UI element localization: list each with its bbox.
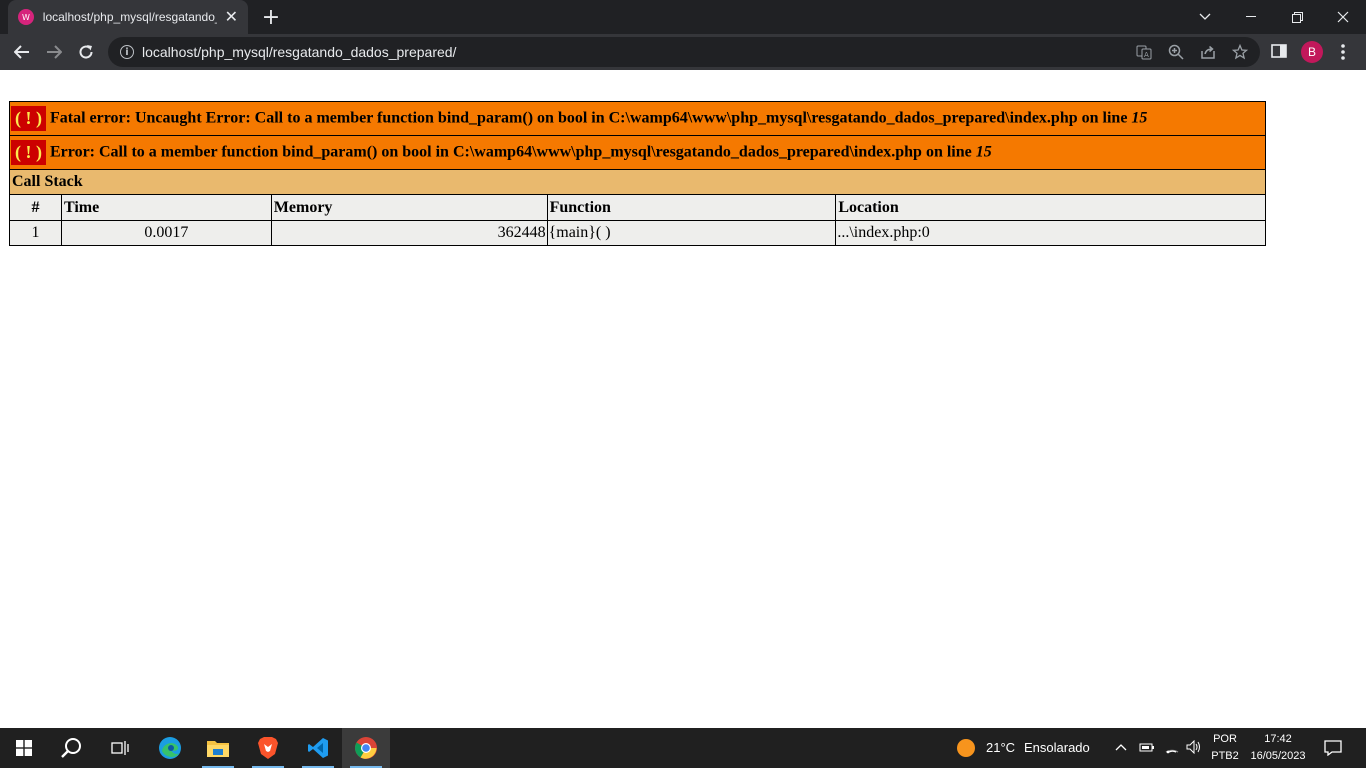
cell-function: {main}( ) [546, 220, 837, 246]
chrome-browser-icon[interactable] [342, 728, 390, 768]
error-bang-icon: ( ! ) [11, 106, 46, 131]
reload-icon[interactable] [72, 38, 100, 66]
url-text[interactable]: localhost/php_mysql/resgatando_dados_pre… [142, 44, 456, 60]
column-header-time: Time [60, 194, 272, 221]
column-header-number: # [9, 194, 62, 221]
wamp-favicon-icon: W [18, 9, 34, 25]
translate-icon[interactable]: A [1136, 44, 1152, 60]
restore-icon[interactable] [1274, 0, 1320, 34]
column-header-location: Location [835, 194, 1266, 221]
cell-location: ...\index.php:0 [835, 220, 1266, 246]
profile-avatar[interactable]: B [1301, 41, 1323, 63]
bookmark-star-icon[interactable] [1231, 43, 1249, 60]
windows-taskbar: 21°C Ensolarado POR PTB2 17:42 16/05/202… [0, 728, 1366, 768]
tab-close-icon[interactable]: ✕ [225, 9, 238, 25]
weather-temperature[interactable]: 21°C [986, 740, 1015, 755]
browser-tab-active[interactable]: W localhost/php_mysql/resgatando_dados_p… [8, 0, 248, 34]
cell-number: 1 [9, 220, 62, 246]
back-arrow-icon[interactable] [8, 38, 36, 66]
page-content: ( ! ) Fatal error: Uncaught Error: Call t… [0, 70, 1366, 728]
language-indicator-top[interactable]: POR [1212, 733, 1238, 745]
windows-start-icon[interactable] [0, 728, 48, 768]
menu-kebab-icon[interactable] [1340, 43, 1358, 61]
site-info-icon[interactable]: i [120, 45, 134, 59]
svg-text:A: A [1144, 51, 1149, 59]
xdebug-error-table: ( ! ) Fatal error: Uncaught Error: Call t… [9, 101, 1266, 246]
wifi-icon[interactable] [1164, 740, 1180, 757]
fatal-error-line: 15 [1131, 109, 1148, 127]
side-panel-icon[interactable] [1271, 43, 1289, 61]
error-row: ( ! ) Error: Call to a member function bi… [9, 135, 1266, 170]
browser-titlebar: W localhost/php_mysql/resgatando_dados_p… [0, 0, 1366, 34]
error-message: Error: Call to a member function bind_pa… [49, 143, 976, 161]
fatal-error-message: Fatal error: Uncaught Error: Call to a m… [49, 109, 1132, 127]
clock-time[interactable]: 17:42 [1246, 733, 1310, 745]
close-window-icon[interactable] [1320, 0, 1366, 34]
tab-title: localhost/php_mysql/resgatando_dados_pre… [42, 10, 217, 24]
notifications-icon[interactable] [1310, 728, 1356, 768]
search-icon[interactable] [48, 728, 96, 768]
address-bar[interactable]: i localhost/php_mysql/resgatando_dados_p… [108, 37, 1260, 67]
column-header-memory: Memory [270, 194, 548, 221]
browser-toolbar: i localhost/php_mysql/resgatando_dados_p… [0, 34, 1366, 70]
language-indicator-bottom[interactable]: PTB2 [1210, 750, 1240, 762]
task-view-icon[interactable] [96, 728, 144, 768]
brave-browser-icon[interactable] [244, 728, 292, 768]
minimize-icon[interactable] [1228, 0, 1274, 34]
volume-icon[interactable] [1186, 739, 1202, 757]
zoom-icon[interactable] [1168, 44, 1184, 60]
new-tab-button[interactable]: + [260, 5, 282, 30]
error-line: 15 [975, 143, 992, 161]
forward-arrow-icon[interactable] [40, 38, 68, 66]
column-header-function: Function [546, 194, 837, 221]
cell-time: 0.0017 [60, 220, 272, 246]
cell-memory: 362448 [270, 220, 548, 246]
edge-browser-icon[interactable] [146, 728, 194, 768]
show-hidden-icons-chevron-icon[interactable] [1115, 739, 1127, 754]
call-stack-columns: # Time Memory Function Location [9, 194, 1266, 221]
call-stack-title: Call Stack [9, 169, 1266, 195]
battery-plug-icon[interactable] [1139, 740, 1155, 757]
error-bang-icon: ( ! ) [11, 140, 46, 165]
weather-sun-icon[interactable] [942, 728, 990, 768]
call-stack-header-row: Call Stack [9, 169, 1266, 195]
tab-search-chevron-icon[interactable] [1182, 0, 1228, 34]
file-explorer-icon[interactable] [194, 728, 242, 768]
vscode-icon[interactable] [294, 728, 342, 768]
share-icon[interactable] [1200, 44, 1216, 60]
weather-description[interactable]: Ensolarado [1024, 740, 1090, 755]
fatal-error-row: ( ! ) Fatal error: Uncaught Error: Call t… [9, 101, 1266, 136]
table-row: 1 0.0017 362448 {main}( ) ...\index.php:… [9, 220, 1266, 246]
clock-date[interactable]: 16/05/2023 [1246, 750, 1310, 762]
